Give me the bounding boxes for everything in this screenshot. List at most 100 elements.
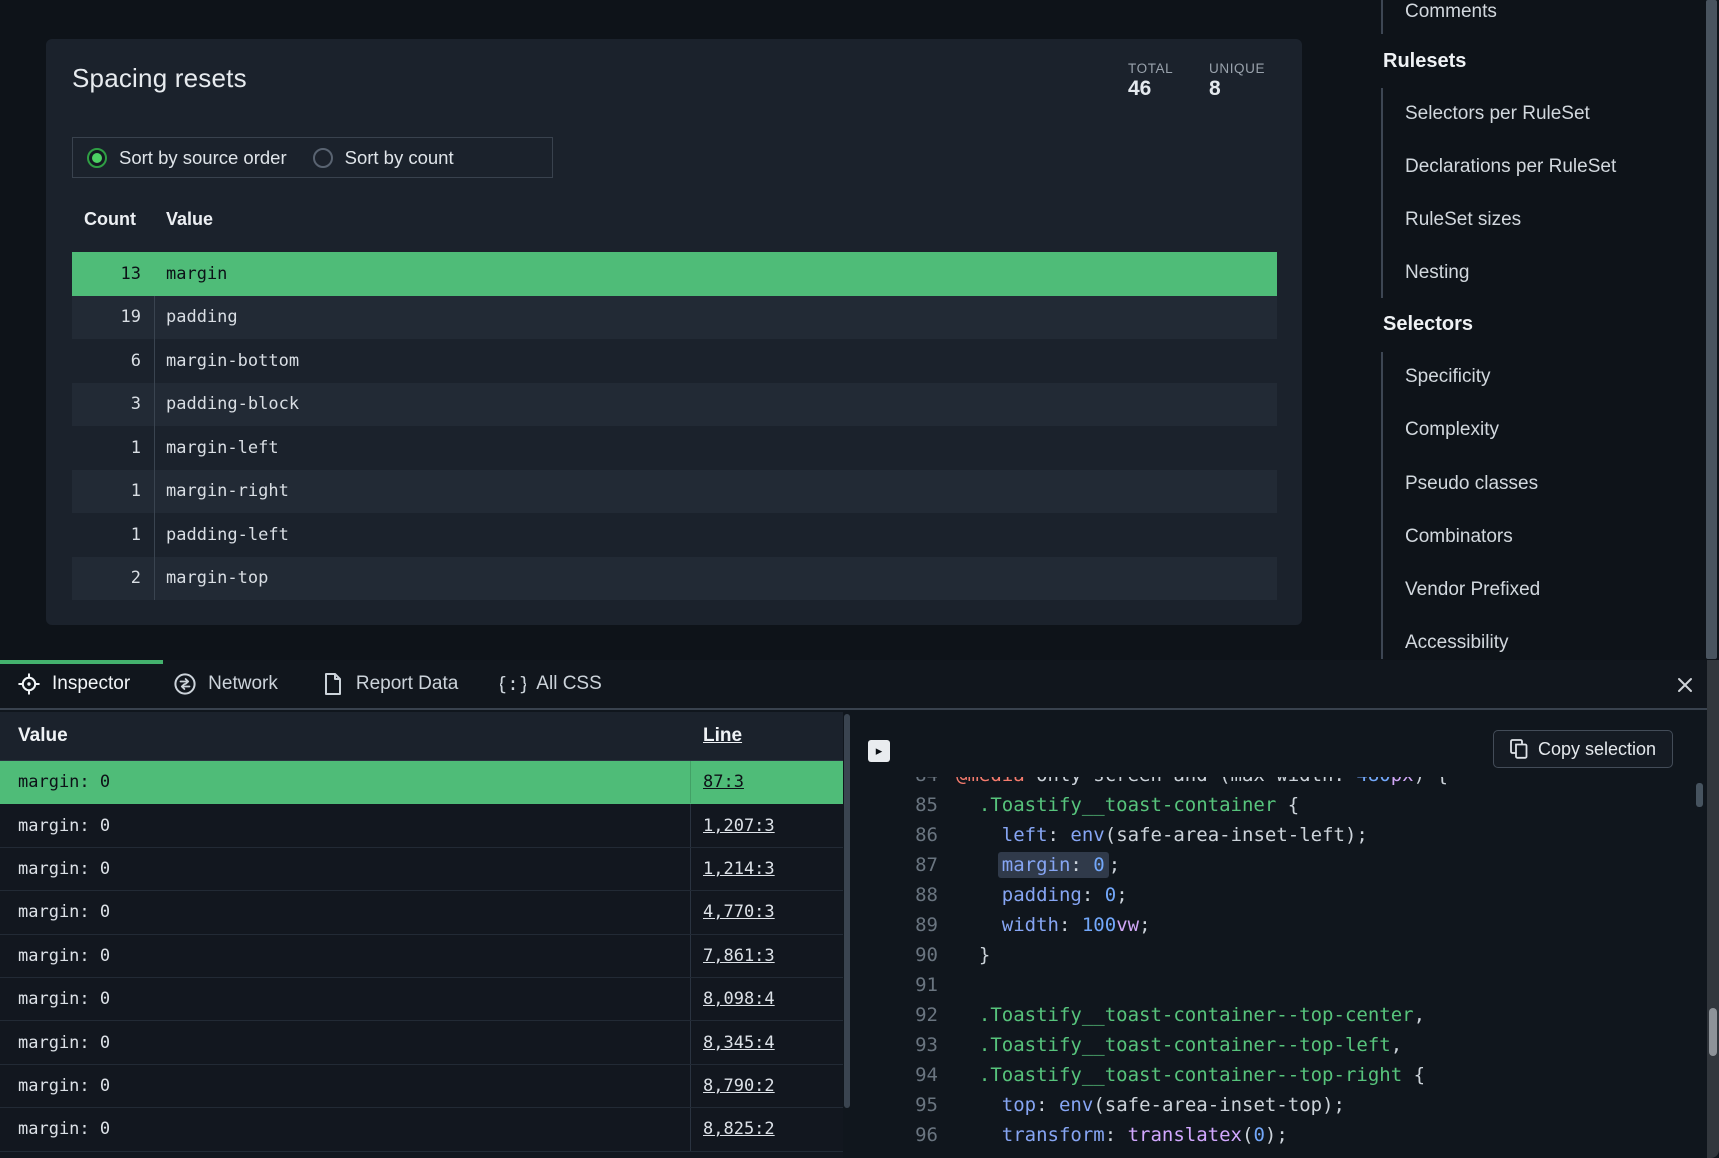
table-row[interactable]: 19padding [72, 296, 1277, 340]
sidebar-item-pseudo-classes[interactable]: Pseudo classes [1405, 473, 1538, 495]
sidebar-item-specificity[interactable]: Specificity [1405, 366, 1491, 388]
line-link[interactable]: 8,345:4 [703, 1033, 775, 1053]
line-header[interactable]: Line [690, 725, 843, 747]
code-text: padding: 0; [938, 884, 1128, 906]
line-number: 87 [852, 854, 938, 876]
declaration-value: margin: 0 [0, 1119, 690, 1139]
sort-count-label[interactable]: Sort by count [345, 147, 454, 169]
line-link[interactable]: 1,207:3 [703, 816, 775, 836]
line-link[interactable]: 4,770:3 [703, 902, 775, 922]
panel-scrollbar-track[interactable] [1707, 660, 1719, 1158]
line-number: 84 [852, 777, 938, 786]
code-line: 95 top: env(safe-area-inset-top); [852, 1090, 1345, 1120]
code-token: : [1036, 1094, 1059, 1116]
panel-scrollbar-thumb[interactable] [1709, 1008, 1717, 1056]
line-number: 95 [852, 1094, 938, 1116]
code-line: 96 transform: translatex(0); [852, 1120, 1288, 1150]
list-item[interactable]: margin: 01,214:3 [0, 848, 843, 891]
stat-total-label: TOTAL [1128, 61, 1218, 76]
list-item[interactable]: margin: 0 1,207:3 [0, 804, 843, 847]
table-row[interactable]: 6margin-bottom [72, 339, 1277, 383]
code-token: : [1082, 884, 1105, 906]
table-row[interactable]: 2margin-top [72, 557, 1277, 601]
list-item[interactable]: margin: 0 87:3 [0, 761, 843, 804]
sidebar-section-border [1381, 88, 1383, 298]
sort-source-order-label[interactable]: Sort by source order [119, 147, 287, 169]
code-token: .Toastify__toast-container--top-left [979, 1034, 1391, 1056]
sidebar-item-selectors-per-ruleset[interactable]: Selectors per RuleSet [1405, 103, 1590, 125]
row-value: padding [154, 296, 1277, 340]
inspector-list-header: Value Line [0, 712, 843, 761]
sort-count-radio[interactable] [313, 148, 333, 168]
code-text: .Toastify__toast-container--top-left, [938, 1034, 1402, 1056]
code-token: env [1059, 1094, 1093, 1116]
tab-all-css[interactable]: {:}All CSS [500, 671, 601, 697]
sidebar-item-comments[interactable]: Comments [1405, 1, 1497, 23]
list-item[interactable]: margin: 0 8,345:4 [0, 1021, 843, 1064]
table-row[interactable]: 1padding-left [72, 513, 1277, 557]
row-value: padding-block [154, 383, 1277, 427]
code-text: @media only screen and (max-width: 480px… [938, 777, 1448, 786]
main-scrollbar-thumb[interactable] [1706, 0, 1717, 659]
copy-selection-label: Copy selection [1538, 739, 1656, 760]
sidebar-item-combinators[interactable]: Combinators [1405, 526, 1513, 548]
sidebar-item-accessibility[interactable]: Accessibility [1405, 632, 1508, 654]
copy-selection-button[interactable]: Copy selection [1493, 730, 1673, 768]
list-item[interactable]: margin: 07,861:3 [0, 935, 843, 978]
line-link[interactable]: 8,098:4 [703, 989, 775, 1009]
line-link[interactable]: 87:3 [703, 772, 744, 792]
line-link[interactable]: 8,790:2 [703, 1076, 775, 1096]
code-token: only screen and (max-width: [1025, 777, 1357, 786]
list-item[interactable]: margin: 0 8,825:2 [0, 1108, 843, 1151]
declaration-value: margin: 0 [0, 772, 690, 792]
line-link[interactable]: 8,825:2 [703, 1119, 775, 1139]
sidebar-item-declarations-per-ruleset[interactable]: Declarations per RuleSet [1405, 156, 1616, 178]
code-token: (safe-area-inset-top); [1093, 1094, 1345, 1116]
sidebar-item-nesting[interactable]: Nesting [1405, 262, 1469, 284]
line-link[interactable]: 7,861:3 [703, 946, 775, 966]
line-link-cell: 8,098:4 [690, 978, 843, 1020]
inspector-scrollbar-thumb[interactable] [844, 714, 850, 1108]
table-row[interactable]: 1margin-right [72, 470, 1277, 514]
code-line: 93 .Toastify__toast-container--top-left, [852, 1030, 1402, 1060]
toggle-sidebar-button[interactable]: ▸ [868, 740, 890, 762]
tab-report-data[interactable]: Report Data [320, 671, 458, 697]
line-link-cell: 8,790:2 [690, 1065, 843, 1107]
sidebar-item-complexity[interactable]: Complexity [1405, 419, 1499, 441]
line-link-cell: 87:3 [690, 761, 843, 803]
stat-total-value: 46 [1128, 77, 1218, 101]
tab-network[interactable]: Network [172, 671, 278, 697]
sort-source-order-radio[interactable] [87, 148, 107, 168]
list-item[interactable]: margin: 08,098:4 [0, 978, 843, 1021]
code-text: top: env(safe-area-inset-top); [938, 1094, 1345, 1116]
tab-inspector[interactable]: Inspector [16, 671, 130, 697]
line-link[interactable]: 1,214:3 [703, 859, 775, 879]
code-token: , [1414, 1004, 1425, 1026]
devtools-panel: Inspector Network Report Data {:}All CSS Va… [0, 660, 1719, 1158]
code-token: @media [956, 777, 1025, 786]
sidebar-item-vendor-prefixed[interactable]: Vendor Prefixed [1405, 579, 1540, 601]
table-row[interactable]: 1margin-left [72, 426, 1277, 470]
code-text: transform: translatex(0); [938, 1124, 1288, 1146]
code-scrollbar-thumb[interactable] [1696, 783, 1703, 807]
line-link-cell: 4,770:3 [690, 891, 843, 933]
code-viewer[interactable]: 84@media only screen and (max-width: 480… [852, 777, 1706, 1158]
close-panel-button[interactable] [1668, 668, 1702, 702]
code-token: (safe-area-inset-left); [1105, 824, 1368, 846]
sort-radio-group: Sort by source order Sort by count [72, 137, 553, 178]
declaration-value: margin: 0 [0, 816, 690, 836]
table-row[interactable]: 3padding-block [72, 383, 1277, 427]
declaration-value: margin: 0 [0, 1033, 690, 1053]
row-value: margin-right [154, 470, 1277, 514]
inspector-pane: Value Line margin: 0 87:3 margin: 0 1,207:3… [0, 712, 843, 1158]
code-token: .Toastify__toast-container--top-center [979, 1004, 1414, 1026]
code-text: .Toastify__toast-container--top-center, [938, 1004, 1425, 1026]
line-link-cell: 8,825:2 [690, 1108, 843, 1150]
sidebar-item-ruleset-sizes[interactable]: RuleSet sizes [1405, 209, 1521, 231]
code-token: , [1391, 1034, 1402, 1056]
list-item[interactable]: margin: 04,770:3 [0, 891, 843, 934]
table-row[interactable]: 13margin [72, 252, 1277, 296]
declaration-value: margin: 0 [0, 1076, 690, 1096]
code-line: 87 margin: 0; [852, 850, 1120, 880]
list-item[interactable]: margin: 0 8,790:2 [0, 1065, 843, 1108]
